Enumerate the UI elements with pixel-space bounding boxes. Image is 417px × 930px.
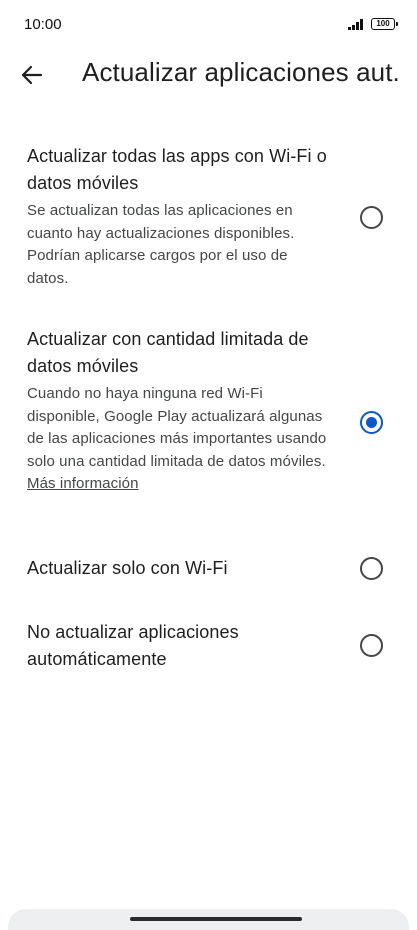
arrow-back-icon (21, 65, 43, 85)
option-wifi-only[interactable]: Actualizar solo con Wi-Fi (0, 554, 417, 586)
radio-button-checked[interactable] (360, 411, 383, 434)
option-text: Actualizar solo con Wi-Fi (27, 555, 327, 582)
radio-button-unchecked[interactable] (360, 206, 383, 229)
option-text: No actualizar aplicaciones automáticamen… (27, 619, 327, 673)
option-title: Actualizar solo con Wi-Fi (27, 558, 228, 578)
page-title: Actualizar aplicaciones aut... (82, 57, 402, 87)
option-title: No actualizar aplicaciones automáticamen… (27, 622, 239, 669)
option-description: Cuando no haya ninguna red Wi-Fi disponi… (27, 383, 327, 496)
radio-button-unchecked[interactable] (360, 634, 383, 657)
status-bar: 10:00 100 (0, 0, 417, 50)
option-text: Actualizar todas las apps con Wi-Fi o da… (27, 143, 327, 290)
status-time: 10:00 (24, 16, 62, 33)
radio-button-unchecked[interactable] (360, 557, 383, 580)
more-info-link[interactable]: Más información (27, 475, 139, 492)
option-no-auto-update[interactable]: No actualizar aplicaciones automáticamen… (0, 618, 417, 678)
app-bar: Actualizar aplicaciones aut... (0, 50, 417, 100)
signal-icon (348, 18, 366, 30)
battery-icon: 100 (371, 18, 398, 30)
option-text: Actualizar con cantidad limitada de dato… (27, 326, 327, 496)
option-description: Se actualizan todas las aplicaciones en … (27, 202, 295, 287)
option-title: Actualizar todas las apps con Wi-Fi o da… (27, 146, 327, 193)
back-button[interactable] (14, 59, 50, 91)
option-description-text: Cuando no haya ninguna red Wi-Fi disponi… (27, 385, 327, 470)
option-title: Actualizar con cantidad limitada de dato… (27, 329, 309, 376)
status-icons: 100 (348, 18, 398, 30)
home-gesture-handle[interactable] (130, 917, 302, 921)
option-limited-data[interactable]: Actualizar con cantidad limitada de dato… (0, 326, 417, 521)
screen: 10:00 100 Actualizar aplicaciones aut...… (0, 0, 417, 930)
option-all-networks[interactable]: Actualizar todas las apps con Wi-Fi o da… (0, 143, 417, 293)
navigation-bar (8, 909, 409, 930)
